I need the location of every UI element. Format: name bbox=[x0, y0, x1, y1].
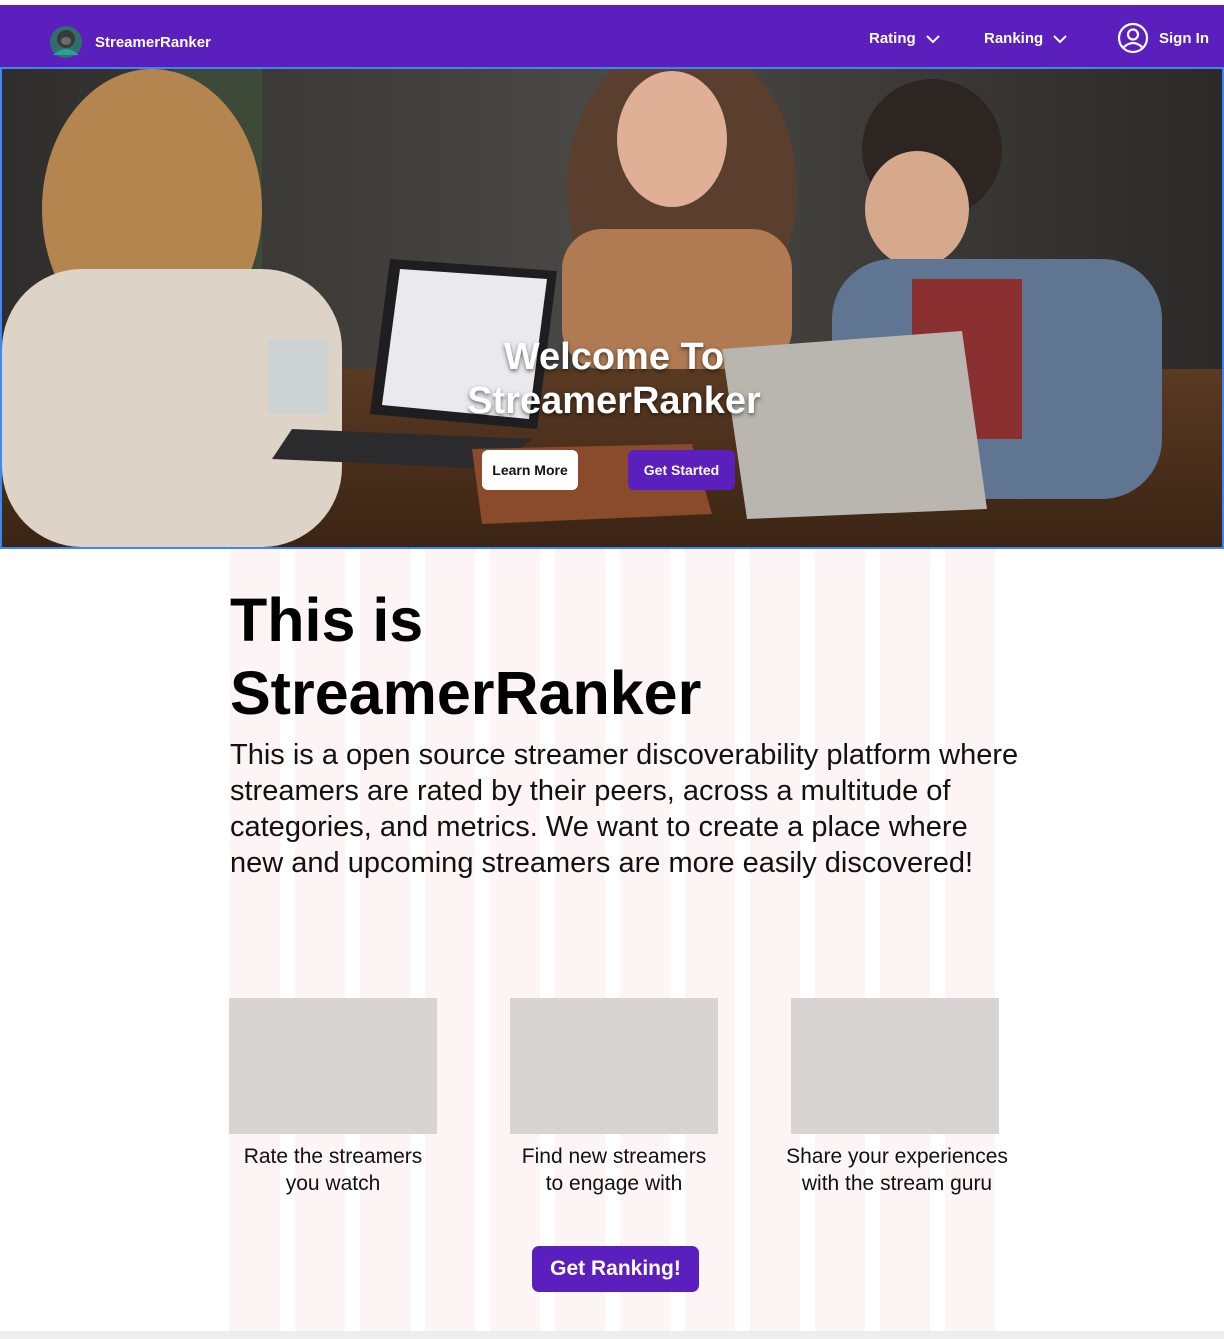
hero-banner: Welcome To StreamerRanker Learn More Get… bbox=[0, 67, 1224, 549]
feature-caption-line: Share your experiences bbox=[786, 1145, 1008, 1168]
sign-in-label: Sign In bbox=[1159, 29, 1209, 47]
navbar: StreamerRanker Rating Ranking Sign In bbox=[0, 5, 1224, 67]
hero-title: Welcome To StreamerRanker bbox=[2, 335, 1222, 423]
gorilla-avatar-icon[interactable] bbox=[47, 25, 85, 59]
feature-image-placeholder bbox=[229, 998, 437, 1134]
chevron-down-icon bbox=[925, 34, 940, 43]
brand-name[interactable]: StreamerRanker bbox=[95, 34, 211, 51]
get-started-button[interactable]: Get Started bbox=[628, 450, 735, 490]
main-description: This is a open source streamer discovera… bbox=[230, 739, 1019, 879]
feature-caption-line: with the stream guru bbox=[801, 1172, 993, 1195]
get-ranking-button[interactable]: Get Ranking! bbox=[532, 1246, 699, 1292]
main-title: This is StreamerRanker bbox=[230, 584, 701, 730]
nav-rating-menu[interactable]: Rating bbox=[869, 30, 940, 47]
feature-image-placeholder bbox=[791, 998, 999, 1134]
feature-caption-line: you watch bbox=[285, 1172, 381, 1195]
chevron-down-icon bbox=[1053, 34, 1067, 43]
feature-caption: Share your experiences with the stream g… bbox=[767, 1143, 1027, 1197]
feature-caption-line: Rate the streamers bbox=[243, 1145, 423, 1168]
learn-more-button[interactable]: Learn More bbox=[482, 450, 578, 490]
feature-caption: Find new streamers to engage with bbox=[484, 1143, 744, 1197]
hero-photo bbox=[2, 69, 1222, 547]
user-circle-icon bbox=[1117, 22, 1149, 54]
nav-ranking-label: Ranking bbox=[984, 30, 1044, 47]
nav-ranking-menu[interactable]: Ranking bbox=[984, 30, 1067, 47]
feature-image-placeholder bbox=[510, 998, 718, 1134]
nav-rating-label: Rating bbox=[869, 30, 916, 47]
main-title-line2: StreamerRanker bbox=[230, 659, 702, 727]
feature-caption-line: Find new streamers bbox=[521, 1145, 707, 1168]
hero-title-line1: Welcome To bbox=[503, 336, 725, 378]
feature-caption-line: to engage with bbox=[545, 1172, 683, 1195]
hero-title-line2: StreamerRanker bbox=[467, 380, 761, 422]
bottom-strip bbox=[0, 1331, 1224, 1339]
feature-caption: Rate the streamers you watch bbox=[203, 1143, 463, 1197]
main-title-line1: This is bbox=[230, 586, 424, 654]
sign-in-link[interactable]: Sign In bbox=[1117, 22, 1209, 54]
